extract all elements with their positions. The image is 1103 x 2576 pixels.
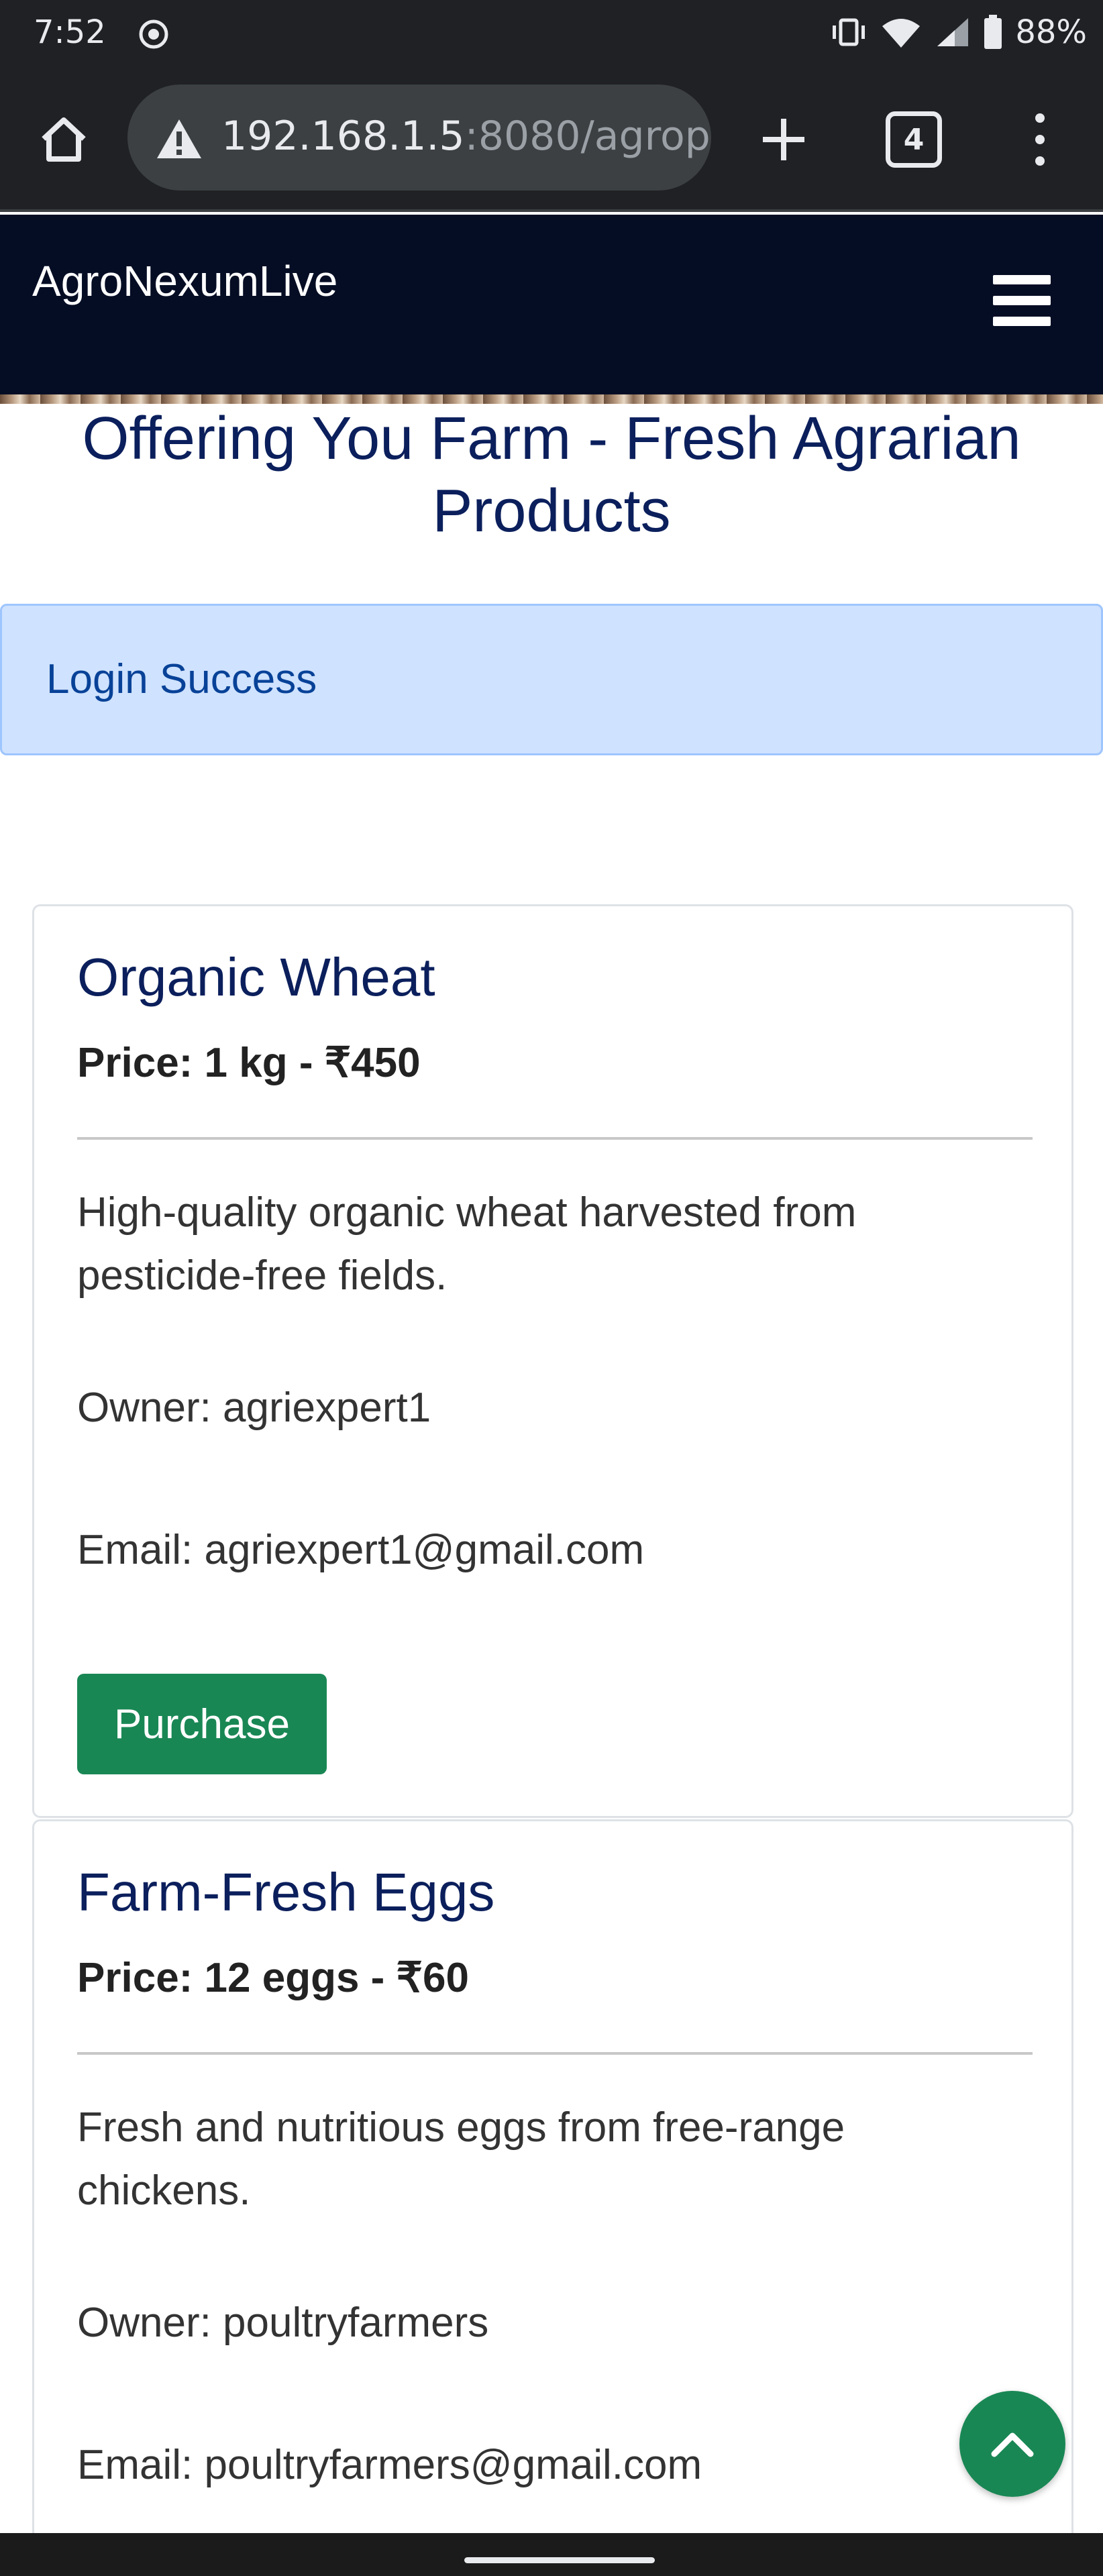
address-bar[interactable]: 192.168.1.5:8080/agropr (127, 85, 711, 191)
vibrate-icon (833, 18, 865, 46)
product-name: Farm-Fresh Eggs (77, 1862, 495, 1922)
hamburger-line (993, 296, 1051, 305)
alert-message: Login Success (46, 656, 317, 702)
wifi-icon (882, 19, 921, 48)
url-path: :8080/agropr (464, 113, 711, 160)
product-name: Organic Wheat (77, 947, 435, 1007)
home-icon (42, 117, 86, 162)
navigation-gesture-bar (0, 2533, 1103, 2576)
url-host: 192.168.1.5 (221, 113, 465, 160)
gesture-handle[interactable] (464, 2557, 655, 2563)
hamburger-icon[interactable] (993, 275, 1051, 326)
home-button[interactable] (34, 109, 94, 169)
url-text[interactable]: 192.168.1.5:8080/agropr (221, 113, 711, 160)
divider (77, 2052, 1033, 2055)
new-tab-button[interactable] (751, 107, 816, 172)
menu-dot (1035, 113, 1045, 123)
signal-icon (937, 18, 969, 46)
product-description: Fresh and nutritious eggs from free-rang… (77, 2104, 845, 2214)
product-card: Organic Wheat Price: 1 kg - ₹450 High-qu… (32, 904, 1073, 1818)
status-time: 7:52 (34, 13, 106, 51)
menu-dot (1035, 135, 1045, 144)
status-icons: 88% (830, 12, 1087, 52)
site-brand[interactable]: AgroNexumLive (32, 256, 337, 306)
more-menu-button[interactable] (1020, 107, 1060, 172)
new-tab-plus-icon (763, 119, 804, 160)
screen-record-icon (139, 19, 168, 49)
product-email: Email: agriexpert1@gmail.com (77, 1527, 645, 1573)
product-owner: Owner: agriexpert1 (77, 1385, 431, 1431)
tab-count: 4 (903, 122, 925, 157)
browser-toolbar: 192.168.1.5:8080/agropr 4 (0, 67, 1103, 212)
hamburger-line (993, 317, 1051, 326)
product-price: Price: 1 kg - ₹450 (77, 1040, 421, 1086)
site-navbar: AgroNexumLive (0, 215, 1103, 397)
battery-percentage: 88% (1015, 13, 1087, 51)
hamburger-line (993, 275, 1051, 284)
divider (77, 1137, 1033, 1140)
back-to-top-button[interactable] (959, 2391, 1065, 2497)
login-success-alert: Login Success (0, 604, 1103, 755)
battery-icon (984, 15, 1002, 49)
product-email: Email: poultryfarmers@gmail.com (77, 2442, 702, 2488)
not-secure-warning-icon[interactable] (156, 118, 203, 160)
purchase-button[interactable]: Purchase (77, 1674, 327, 1774)
menu-dot (1035, 156, 1045, 166)
status-bar: 7:52 88% (0, 0, 1103, 67)
page-title: Offering You Farm - Fresh Agrarian Produ… (82, 405, 1021, 545)
product-price: Price: 12 eggs - ₹60 (77, 1955, 469, 2001)
product-description: High-quality organic wheat harvested fro… (77, 1189, 857, 1299)
product-owner: Owner: poultryfarmers (77, 2300, 489, 2346)
chevron-up-icon (991, 2432, 1034, 2457)
product-card: Farm-Fresh Eggs Price: 12 eggs - ₹60 Fre… (32, 1819, 1073, 2576)
tab-switcher-button[interactable]: 4 (886, 111, 942, 168)
